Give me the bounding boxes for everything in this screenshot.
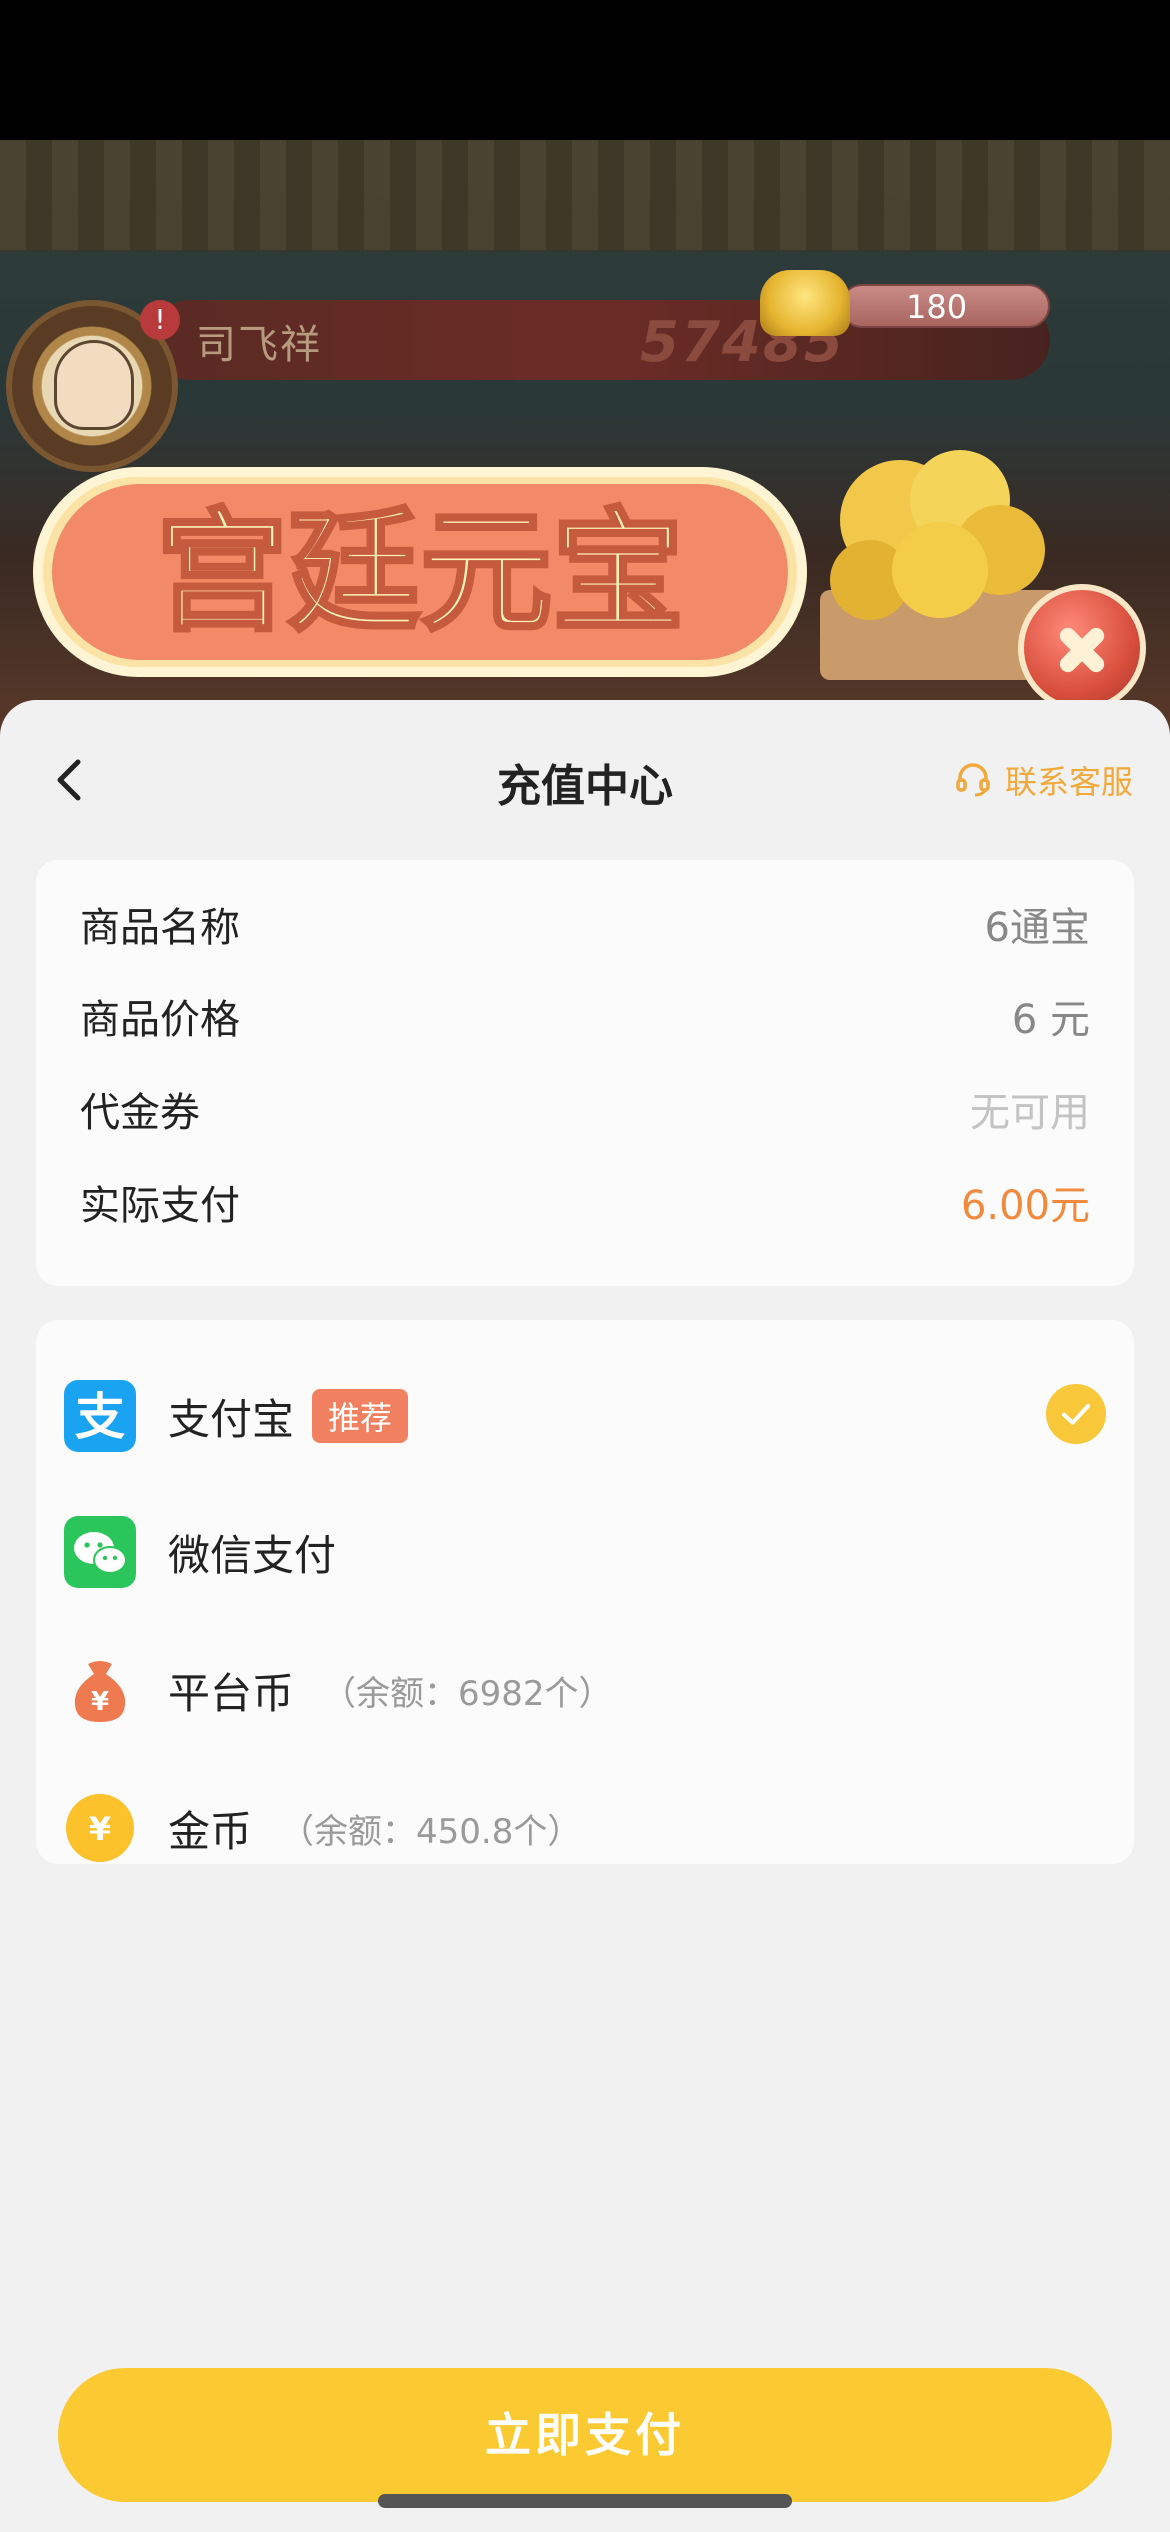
order-info-card: 商品名称 6通宝 商品价格 6 元 代金券 无可用 实际支付 6.00元 (36, 860, 1134, 1286)
game-close-icon (1018, 584, 1146, 712)
wechat-label: 微信支付 (168, 1530, 337, 1580)
actual-payment-row: 实际支付 6.00元 (80, 1172, 1090, 1232)
status-bar (0, 0, 1170, 140)
avatar-face-icon (54, 340, 134, 430)
payment-option-wechat[interactable]: 微信支付 (64, 1512, 1106, 1592)
product-price-value: 6 元 (1011, 997, 1090, 1043)
wechat-icon (64, 1516, 136, 1588)
gold-coin-icon: ¥ (64, 1792, 136, 1864)
voucher-value: 无可用 (970, 1090, 1090, 1136)
platform-coin-balance: （余额：6982个） (322, 1673, 613, 1714)
product-price-row: 商品价格 6 元 (80, 986, 1090, 1046)
product-name-label: 商品名称 (80, 905, 240, 951)
alipay-icon: 支 (64, 1380, 136, 1452)
support-label: 联系客服 (1005, 763, 1134, 801)
game-background: ! 司飞祥 57485 180 180 + 92 宫廷元宝 (0, 140, 1170, 740)
svg-text:¥: ¥ (89, 1810, 111, 1848)
selected-check-icon (1046, 1384, 1106, 1444)
gold-ingot-icon (760, 270, 850, 336)
gold-coin-label: 金币 (168, 1806, 253, 1856)
headset-icon (956, 763, 990, 797)
money-bag-icon: ¥ (64, 1654, 136, 1726)
banner-title: 宫廷元宝 (30, 458, 810, 678)
voucher-row[interactable]: 代金券 无可用 (80, 1079, 1090, 1139)
svg-text:¥: ¥ (91, 1687, 109, 1717)
platform-coin-label: 平台币 (168, 1668, 295, 1718)
product-name-value: 6通宝 (984, 905, 1090, 951)
actual-payment-label: 实际支付 (80, 1183, 240, 1229)
recommended-badge: 推荐 (312, 1389, 409, 1443)
home-indicator (378, 2494, 792, 2508)
alert-icon: ! (140, 300, 180, 340)
payment-option-gold-coin[interactable]: ¥ 金币 （余额：450.8个） (64, 1788, 1106, 1868)
game-scenery (0, 140, 1170, 250)
alipay-label: 支付宝 (168, 1394, 295, 1444)
product-price-label: 商品价格 (80, 997, 240, 1043)
contact-support-button[interactable]: 联系客服 (955, 756, 1133, 804)
svg-text:支: 支 (75, 1388, 125, 1446)
nav-bar: 充值中心 联系客服 (0, 700, 1170, 860)
payment-methods-card: 支 支付宝 推荐 微信支付 ¥ 平台币 （余额：6982个） ¥ 金币 （余额：… (36, 1320, 1134, 1864)
voucher-label: 代金券 (80, 1090, 200, 1136)
banner-title-text: 宫廷元宝 (156, 496, 684, 650)
actual-payment-value: 6.00元 (960, 1183, 1090, 1229)
ingot-count: 180 (906, 288, 968, 326)
product-name-row: 商品名称 6通宝 (80, 894, 1090, 954)
player-name: 司飞祥 (196, 322, 322, 368)
payment-option-alipay[interactable]: 支 支付宝 推荐 (64, 1376, 1106, 1456)
gold-coin-balance: （余额：450.8个） (280, 1811, 582, 1852)
pay-now-button[interactable]: 立即支付 (58, 2368, 1112, 2502)
recharge-sheet: 充值中心 联系客服 商品名称 6通宝 商品价格 6 元 代金券 无可用 实际支付 (0, 700, 1170, 2532)
payment-option-platform-coin[interactable]: ¥ 平台币 （余额：6982个） (64, 1650, 1106, 1730)
